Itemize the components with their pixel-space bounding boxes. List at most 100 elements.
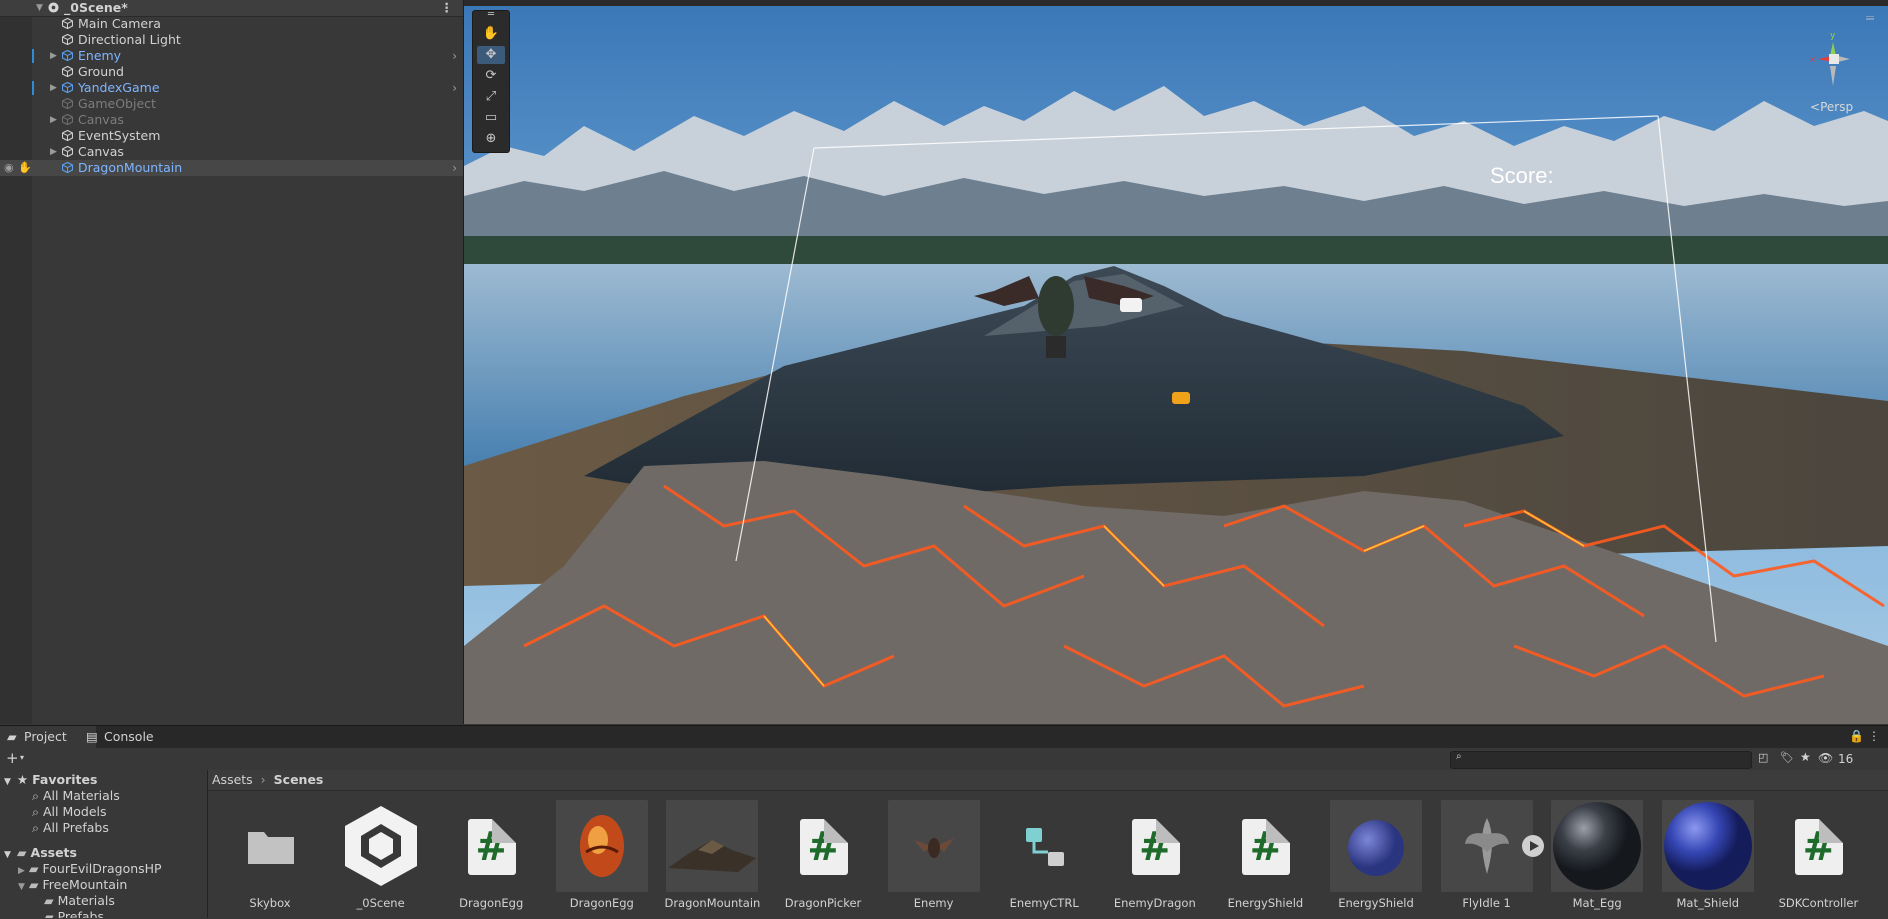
asset-item[interactable]: _0Scene <box>325 800 425 910</box>
scale-tool-icon[interactable]: ⤢ <box>477 88 505 106</box>
palette-grip-icon[interactable]: ═ <box>477 10 505 21</box>
rect-tool-icon[interactable]: ▭ <box>477 109 505 127</box>
expand-arrow-icon[interactable]: ▶ <box>50 144 57 160</box>
gamepad-gizmo-icon[interactable] <box>1172 392 1190 404</box>
pickable-hand-icon[interactable]: ✋ <box>18 160 32 176</box>
breadcrumb-current[interactable]: Scenes <box>274 772 324 787</box>
fav-item-all-models[interactable]: ⌕ All Models <box>32 804 107 820</box>
fav-item-all-materials[interactable]: ⌕ All Materials <box>32 788 120 804</box>
asset-item[interactable]: DragonEgg <box>546 800 648 910</box>
asset-item[interactable]: Enemy <box>878 800 980 910</box>
gameobject-cube-icon <box>62 114 73 125</box>
asset-item[interactable]: # DragonEgg <box>435 800 535 910</box>
hierarchy-item[interactable]: ▶ Canvas <box>0 144 463 160</box>
folder-open-icon: ▰ <box>16 845 27 860</box>
gameobject-cube-icon <box>62 130 73 141</box>
hierarchy-item[interactable]: Directional Light <box>0 32 463 48</box>
asset-item[interactable]: EnemyCTRL <box>988 800 1088 910</box>
fav-item-label: All Models <box>43 804 107 819</box>
scene-menu-icon[interactable]: ⋮ <box>441 0 454 16</box>
search-icon: ⌕ <box>1456 751 1462 762</box>
tree-item-foureveldragonshp[interactable]: ▶ ▰ FourEvilDragonsHP <box>18 861 162 877</box>
expand-arrow-icon[interactable]: ▶ <box>50 48 57 64</box>
tree-item-prefabs[interactable]: ▰ Prefabs <box>44 909 104 918</box>
projection-label[interactable]: <Persp <box>1810 100 1853 114</box>
assets-header[interactable]: ▼ ▰ Assets <box>4 845 77 861</box>
asset-item[interactable]: Skybox <box>214 800 314 910</box>
csharp-script-icon: # <box>1131 819 1180 875</box>
search-input[interactable]: ⌕ <box>1450 751 1752 769</box>
hierarchy-item[interactable]: Ground <box>0 64 463 80</box>
hierarchy-item[interactable]: EventSystem <box>0 128 463 144</box>
assets-title: Assets <box>30 845 77 860</box>
override-indicator <box>32 81 34 95</box>
visibility-icon[interactable]: 👁 <box>1818 751 1833 765</box>
scene-name: _0Scene* <box>64 0 128 15</box>
asset-label: DragonMountain <box>664 896 761 910</box>
csharp-script-icon: # <box>1795 819 1844 875</box>
asset-item[interactable]: Mat_Egg <box>1541 800 1644 910</box>
hierarchy-item[interactable]: Main Camera <box>0 16 463 32</box>
expand-arrow-icon[interactable]: ▶ <box>50 112 57 128</box>
favorite-star-icon[interactable]: ★ <box>1800 750 1811 764</box>
search-icon: ⌕ <box>32 820 40 835</box>
asset-item[interactable]: FlyIdle 1 <box>1431 800 1544 910</box>
collapse-arrow-icon[interactable]: ▼ <box>36 0 43 16</box>
asset-item[interactable]: # SDKController <box>1762 800 1862 910</box>
expand-arrow-icon: ▶ <box>18 866 25 876</box>
asset-item[interactable]: # DragonPicker <box>767 800 867 910</box>
panel-menu-icon[interactable]: ⋮ <box>1868 729 1880 743</box>
tab-project-label: Project <box>24 729 67 744</box>
asset-label: DragonEgg <box>569 896 634 910</box>
chevron-right-icon[interactable]: › <box>452 80 457 96</box>
gameobject-cube-icon <box>62 146 73 157</box>
tree-item-freemountain[interactable]: ▼ ▰ FreeMountain <box>18 877 127 893</box>
favorites-header[interactable]: ▼ ★ Favorites <box>4 772 97 788</box>
score-text: Score: <box>1490 163 1554 188</box>
hand-tool-icon[interactable]: ✋ <box>477 25 505 43</box>
visibility-eye-icon[interactable]: ◉ <box>4 160 14 176</box>
hierarchy-item[interactable]: ▶ YandexGame › <box>0 80 463 96</box>
tab-console[interactable]: ▤ Console <box>80 726 184 748</box>
star-icon: ★ <box>16 772 29 787</box>
gameobject-cube-icon <box>62 34 73 45</box>
camera-gizmo-icon[interactable] <box>1120 298 1142 312</box>
hierarchy-item[interactable]: ▶ Canvas <box>0 112 463 128</box>
search-by-type-icon[interactable]: ◰ <box>1758 751 1768 764</box>
chevron-right-icon[interactable]: › <box>452 48 457 64</box>
asset-item[interactable]: # EnemyDragon <box>1099 800 1199 910</box>
transform-tool-icon[interactable]: ⊕ <box>477 130 505 148</box>
asset-item[interactable]: # EnergyShield <box>1209 800 1309 910</box>
dropdown-chevron-icon[interactable]: ▾ <box>20 753 24 762</box>
gizmo-x-label: x <box>1810 55 1816 65</box>
scene-view[interactable] <box>464 6 1888 724</box>
csharp-script-icon: # <box>1242 819 1291 875</box>
asset-item[interactable]: EnergyShield <box>1320 800 1422 910</box>
create-plus-icon[interactable]: + <box>6 749 19 767</box>
hierarchy-item[interactable]: ◉ ✋ DragonMountain › <box>0 160 463 176</box>
prefab-cube-icon <box>62 162 73 173</box>
scene-header[interactable]: ▼ _0Scene* ⋮ <box>0 0 463 17</box>
asset-label: EnergyShield <box>1227 896 1304 910</box>
asset-item[interactable]: DragonMountain <box>656 800 760 910</box>
console-icon: ▤ <box>86 729 98 744</box>
hierarchy-item-label: EventSystem <box>78 128 161 143</box>
tab-console-label: Console <box>104 729 154 744</box>
hidden-count: 16 <box>1838 752 1854 766</box>
persp-text: Persp <box>1820 100 1854 114</box>
hierarchy-item[interactable]: ▶ Enemy › <box>0 48 463 64</box>
hierarchy-item[interactable]: GameObject <box>0 96 463 112</box>
hierarchy-item-label: YandexGame <box>78 80 160 95</box>
tree-item-materials[interactable]: ▰ Materials <box>44 893 115 909</box>
move-tool-icon[interactable]: ✥ <box>477 46 505 64</box>
expand-arrow-icon[interactable]: ▶ <box>50 80 57 96</box>
asset-item[interactable]: Mat_Shield <box>1652 800 1754 910</box>
chevron-right-icon[interactable]: › <box>452 160 457 176</box>
breadcrumb-root[interactable]: Assets <box>212 772 253 787</box>
project-tree: ▼ ★ Favorites ⌕ All Materials ⌕ All Mode… <box>0 770 208 918</box>
fav-item-all-prefabs[interactable]: ⌕ All Prefabs <box>32 820 109 836</box>
asset-label: Mat_Egg <box>1572 896 1622 910</box>
lock-icon[interactable]: 🔒 <box>1849 729 1864 743</box>
rotate-tool-icon[interactable]: ⟳ <box>477 67 505 85</box>
label-filter-icon[interactable]: 🏷 <box>1780 751 1794 764</box>
